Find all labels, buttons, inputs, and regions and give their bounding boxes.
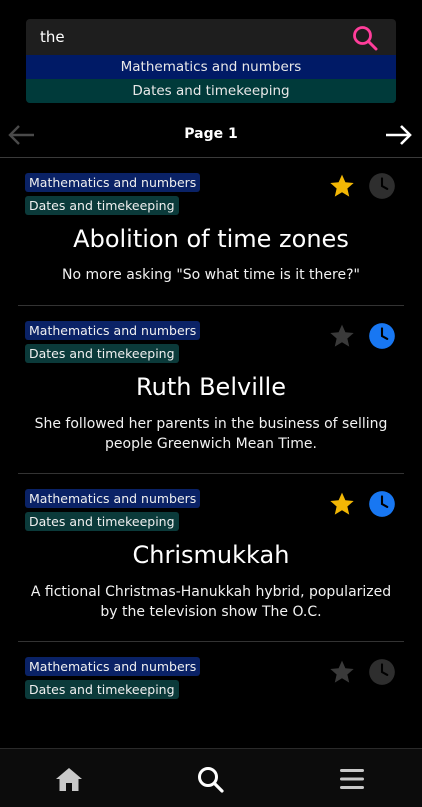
- card-divider: [18, 641, 404, 642]
- menu-icon[interactable]: [337, 765, 367, 793]
- card-divider: [18, 305, 404, 306]
- search-bar: [26, 19, 396, 55]
- category-tag-mathematics[interactable]: Mathematics and numbers: [25, 657, 201, 676]
- category-tag-mathematics[interactable]: Mathematics and numbers: [25, 489, 201, 508]
- next-page-icon[interactable]: [382, 120, 414, 150]
- filter-option-dates[interactable]: Dates and timekeeping: [26, 79, 396, 103]
- category-tag-mathematics[interactable]: Mathematics and numbers: [25, 321, 201, 340]
- card-title: Abolition of time zones: [73, 225, 349, 253]
- clock-icon[interactable]: [368, 172, 396, 200]
- search-input[interactable]: [26, 19, 346, 55]
- category-tag-dates[interactable]: Dates and timekeeping: [25, 512, 179, 531]
- fact-card[interactable]: Mathematics and numbers Dates and timeke…: [18, 170, 404, 305]
- fact-card[interactable]: Mathematics and numbers Dates and timeke…: [18, 654, 404, 744]
- pager: Page 1: [0, 118, 422, 154]
- page-indicator: Page 1: [184, 126, 238, 142]
- bottom-navigation: [0, 748, 422, 807]
- card-title: Ruth Belville: [136, 373, 286, 401]
- card-description: A fictional Christmas-Hanukkah hybrid, p…: [30, 584, 392, 620]
- category-tag-dates[interactable]: Dates and timekeeping: [25, 680, 179, 699]
- card-divider: [18, 473, 404, 474]
- clock-icon[interactable]: [368, 658, 396, 686]
- star-icon[interactable]: [328, 172, 356, 200]
- search-panel: Mathematics and numbers Dates and timeke…: [26, 19, 396, 103]
- category-tag-mathematics[interactable]: Mathematics and numbers: [25, 173, 201, 192]
- star-icon[interactable]: [328, 322, 356, 350]
- star-icon[interactable]: [328, 490, 356, 518]
- clock-icon[interactable]: [368, 322, 396, 350]
- fact-card[interactable]: Mathematics and numbers Dates and timeke…: [18, 486, 404, 641]
- clock-icon[interactable]: [368, 490, 396, 518]
- fact-card[interactable]: Mathematics and numbers Dates and timeke…: [18, 318, 404, 473]
- card-title: Chrismukkah: [132, 541, 290, 569]
- category-tag-dates[interactable]: Dates and timekeeping: [25, 344, 179, 363]
- home-icon[interactable]: [54, 765, 84, 793]
- divider: [0, 157, 422, 158]
- card-description: No more asking "So what time is it there…: [62, 267, 360, 283]
- filter-option-mathematics[interactable]: Mathematics and numbers: [26, 55, 396, 79]
- search-icon[interactable]: [352, 25, 378, 51]
- search-icon[interactable]: [196, 765, 226, 793]
- category-tag-dates[interactable]: Dates and timekeeping: [25, 196, 179, 215]
- card-description: She followed her parents in the business…: [34, 416, 388, 452]
- star-icon[interactable]: [328, 658, 356, 686]
